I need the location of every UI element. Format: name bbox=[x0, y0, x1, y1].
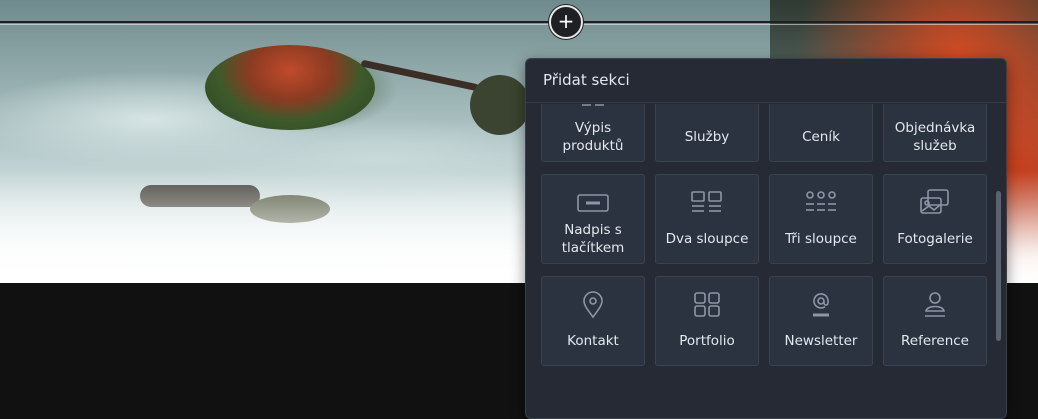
tile-label: Reference bbox=[901, 333, 969, 349]
tile-reference[interactable]: Reference bbox=[883, 276, 987, 366]
section-tiles-viewport[interactable]: Výpis produktů Služby Ceník Objednávka s… bbox=[526, 104, 996, 418]
tile-photo-gallery[interactable]: Fotogalerie bbox=[883, 174, 987, 264]
tile-newsletter[interactable]: Newsletter bbox=[769, 276, 873, 366]
three-columns-icon bbox=[770, 187, 872, 219]
person-icon bbox=[884, 289, 986, 321]
scrollbar-thumb[interactable] bbox=[996, 191, 1001, 341]
tile-label: Newsletter bbox=[784, 333, 858, 349]
plus-icon: + bbox=[557, 9, 575, 33]
location-pin-icon bbox=[542, 289, 644, 321]
tile-label: Fotogalerie bbox=[897, 231, 973, 247]
tile-contact[interactable]: Kontakt bbox=[541, 276, 645, 366]
tile-services[interactable]: Služby bbox=[655, 104, 759, 162]
section-divider-line bbox=[0, 21, 1038, 23]
tile-label: Nadpis s tlačítkem bbox=[561, 222, 625, 256]
at-sign-icon bbox=[770, 289, 872, 321]
tile-label: Tři sloupce bbox=[785, 231, 857, 247]
portfolio-grid-icon bbox=[656, 289, 758, 321]
tile-label: Portfolio bbox=[679, 333, 735, 349]
tile-portfolio[interactable]: Portfolio bbox=[655, 276, 759, 366]
tile-label: Dva sloupce bbox=[665, 231, 749, 247]
tile-label: Objednávka služeb bbox=[894, 120, 976, 154]
photo-gallery-icon bbox=[884, 187, 986, 219]
panel-title: Přidat sekci bbox=[526, 59, 1006, 103]
mossy-rock bbox=[205, 45, 375, 130]
heading-button-icon bbox=[542, 187, 644, 219]
rock bbox=[470, 75, 530, 135]
tile-three-columns[interactable]: Tři sloupce bbox=[769, 174, 873, 264]
section-divider-highlight bbox=[0, 24, 1038, 25]
tile-service-order[interactable]: Objednávka služeb bbox=[883, 104, 987, 162]
tile-two-columns[interactable]: Dva sloupce bbox=[655, 174, 759, 264]
tile-heading-with-button[interactable]: Nadpis s tlačítkem bbox=[541, 174, 645, 264]
tile-label: Kontakt bbox=[567, 333, 619, 349]
add-section-button[interactable]: + bbox=[549, 5, 583, 39]
two-columns-icon bbox=[656, 187, 758, 219]
add-section-panel: Přidat sekci Výpis produktů Služby Ceník bbox=[525, 58, 1007, 419]
tile-pricelist[interactable]: Ceník bbox=[769, 104, 873, 162]
product-list-icon bbox=[542, 104, 644, 117]
services-icon bbox=[656, 104, 758, 117]
panel-scrollbar[interactable] bbox=[996, 117, 1002, 407]
service-order-icon bbox=[884, 104, 986, 117]
pricelist-icon bbox=[770, 104, 872, 117]
tile-label: Služby bbox=[684, 129, 730, 145]
tile-label: Výpis produktů bbox=[562, 120, 624, 154]
tile-product-list[interactable]: Výpis produktů bbox=[541, 104, 645, 162]
tile-label: Ceník bbox=[802, 129, 840, 145]
branch bbox=[360, 59, 480, 92]
section-tiles-grid: Výpis produktů Služby Ceník Objednávka s… bbox=[541, 104, 987, 366]
